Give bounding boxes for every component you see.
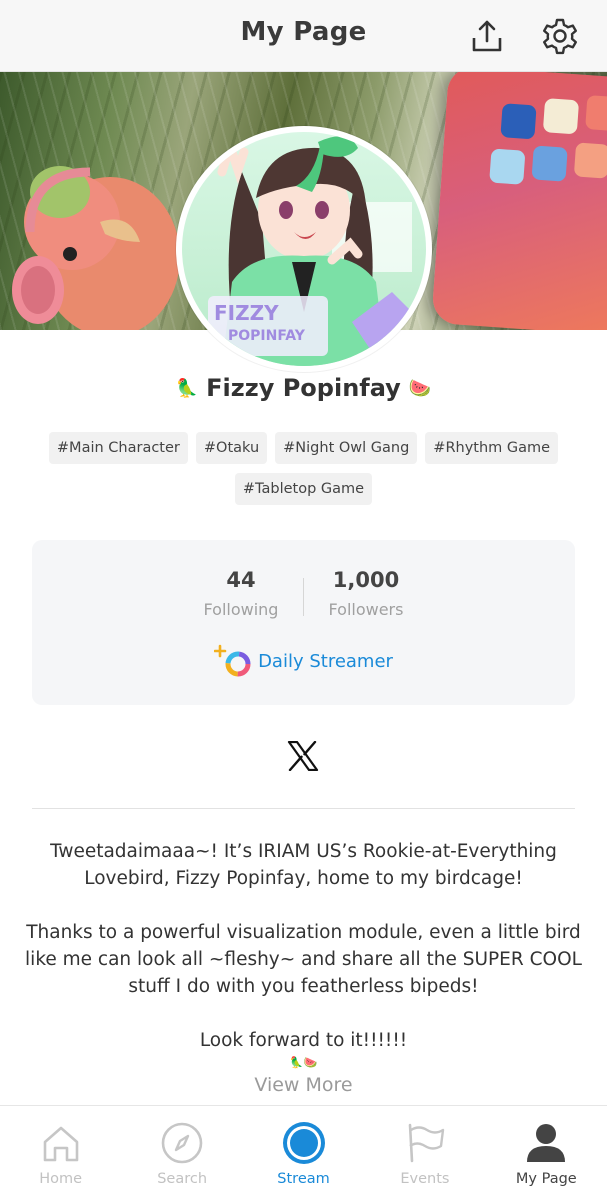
nav-my-page[interactable]: My Page [486,1106,607,1200]
share-button[interactable] [465,14,509,58]
flag-icon [408,1123,445,1163]
gear-icon [543,18,577,55]
tag-tabletop-game[interactable]: #Tabletop Game [234,473,373,505]
top-header: My Page [0,0,607,72]
stats-card: 44 Following 1,000 Followers Daily Strea… [32,540,575,705]
following-stat[interactable]: 44 Following [181,568,301,619]
nav-search-label: Search [157,1171,208,1187]
nav-events-label: Events [400,1171,450,1187]
svg-text:POPINFAY: POPINFAY [228,328,306,344]
stats-divider [303,578,304,616]
share-icon [472,20,502,52]
tag-rhythm-game[interactable]: #Rhythm Game [425,432,559,464]
nav-stream-label: Stream [277,1171,330,1187]
home-icon [43,1126,79,1162]
interest-tags: #Main Character #Otaku #Night Owl Gang #… [40,432,567,505]
view-more-link[interactable]: View More [0,1074,607,1096]
tag-main-character[interactable]: #Main Character [48,432,188,464]
parrot-emoji-icon: 🦜 [175,377,199,399]
nav-events[interactable]: Events [364,1106,485,1200]
settings-button[interactable] [538,14,582,58]
avatar[interactable]: FIZZY POPINFAY [176,126,432,372]
section-divider [32,808,575,809]
following-count: 44 [226,568,256,592]
avatar-image: FIZZY POPINFAY [182,132,426,366]
phone-illustration [431,72,607,330]
tag-night-owl-gang[interactable]: #Night Owl Gang [275,432,418,464]
person-icon [527,1124,566,1162]
stream-icon [282,1122,325,1164]
daily-streamer-badge[interactable]: Daily Streamer [32,644,575,678]
tag-otaku[interactable]: #Otaku [195,432,268,464]
daily-streamer-icon [214,644,251,677]
bio-emoji-line: 🦜🍉 [289,1056,318,1069]
compass-icon [161,1122,203,1164]
svg-text:FIZZY: FIZZY [214,301,279,325]
following-label: Following [203,600,279,619]
daily-streamer-label: Daily Streamer [258,650,393,672]
nav-search[interactable]: Search [121,1106,242,1200]
followers-stat[interactable]: 1,000 Followers [306,568,426,619]
x-profile-link[interactable] [285,738,321,774]
display-name: Fizzy Popinfay [206,374,401,402]
nav-stream[interactable]: Stream [243,1106,364,1200]
followers-label: Followers [328,600,404,619]
x-logo-icon [287,741,319,771]
nav-my-page-label: My Page [515,1171,577,1187]
bottom-navigation: Home Search Stream Events My Page [0,1105,607,1200]
vtuber-character-illustration: FIZZY POPINFAY [208,132,412,366]
page-title: My Page [240,17,367,47]
profile-name-row: 🦜 Fizzy Popinfay 🍉 [0,370,607,406]
watermelon-emoji-icon: 🍉 [408,377,432,399]
followers-count: 1,000 [332,568,400,592]
nav-home-label: Home [39,1171,83,1187]
profile-bio: Tweetadaimaaa~! It’s IRIAM US’s Rookie-a… [25,841,582,1051]
nav-home[interactable]: Home [0,1106,121,1200]
